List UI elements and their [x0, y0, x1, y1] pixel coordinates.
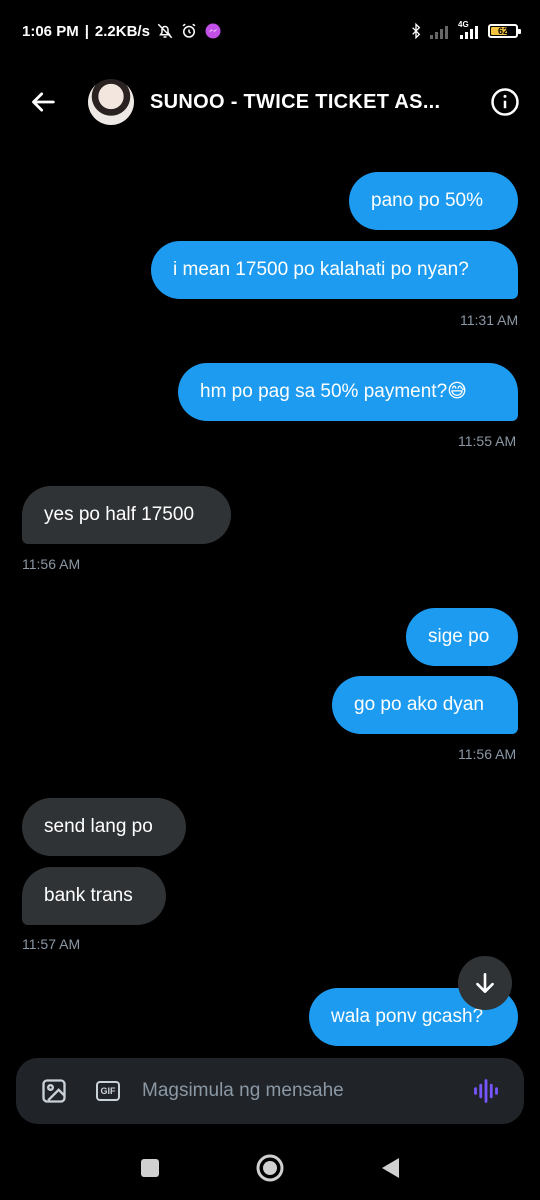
back-arrow-icon — [32, 92, 55, 112]
voice-waveform-icon — [474, 1079, 498, 1103]
conversation-header: SUNOO - TWICE TICKET AS... — [0, 62, 540, 142]
message-bubble-sent[interactable]: sige po — [406, 608, 518, 666]
square-icon — [141, 1159, 159, 1177]
image-button[interactable] — [36, 1073, 72, 1109]
gif-button[interactable]: GIF — [90, 1073, 126, 1109]
message-bubble-sent[interactable]: pano po 50% — [349, 172, 518, 230]
circle-icon — [256, 1154, 284, 1182]
mute-bell-icon — [156, 22, 174, 40]
message-bubble-received[interactable]: yes po half 17500 — [22, 486, 231, 544]
battery-level: 62 — [497, 26, 508, 36]
message-input[interactable] — [140, 1079, 468, 1103]
info-button[interactable] — [488, 85, 522, 119]
message-timestamp: 11:31 AM — [460, 312, 519, 328]
status-bar: 1:06 PM | 2.2KB/s 4G 62 — [0, 0, 540, 62]
message-bubble-received[interactable]: bank trans — [22, 867, 166, 925]
messenger-icon — [204, 22, 222, 40]
alarm-icon — [180, 22, 198, 40]
system-navigation-bar — [0, 1136, 540, 1200]
gif-icon: GIF — [96, 1081, 120, 1101]
message-bubble-sent[interactable]: go po ako dyan — [332, 676, 518, 734]
triangle-icon — [382, 1158, 399, 1178]
signal-icon — [430, 23, 452, 39]
back-nav-button[interactable] — [368, 1146, 412, 1190]
back-button[interactable] — [18, 76, 70, 128]
lte-signal-icon: 4G — [458, 20, 482, 39]
message-bubble-sent[interactable]: hm po pag sa 50% payment?😅 — [178, 363, 518, 421]
scroll-to-bottom-button[interactable] — [458, 956, 512, 1010]
image-icon — [42, 1079, 66, 1103]
status-time: 1:06 PM — [22, 22, 79, 40]
recents-button[interactable] — [128, 1146, 172, 1190]
arrow-down-icon — [476, 973, 494, 993]
home-button[interactable] — [248, 1146, 292, 1190]
message-timestamp: 11:56 AM — [22, 556, 81, 572]
status-separator: | — [84, 22, 89, 40]
message-composer: GIF — [16, 1058, 524, 1124]
info-icon — [491, 88, 519, 116]
battery-icon: 62 — [488, 24, 521, 38]
bluetooth-icon — [408, 22, 424, 40]
message-timestamp: 11:57 AM — [22, 936, 81, 952]
voice-message-button[interactable] — [468, 1073, 504, 1109]
conversation-title[interactable]: SUNOO - TWICE TICKET AS... — [150, 91, 470, 114]
status-right: 4G 62 — [408, 20, 521, 40]
message-bubble-received[interactable]: send lang po — [22, 798, 186, 856]
network-speed: 2.2KB/s — [94, 22, 150, 40]
avatar[interactable] — [88, 79, 134, 125]
message-bubble-sent[interactable]: i mean 17500 po kalahati po nyan? — [151, 241, 518, 299]
message-timestamp: 11:55 AM — [458, 433, 517, 449]
status-left: 1:06 PM | 2.2KB/s — [22, 22, 222, 40]
message-timestamp: 11:56 AM — [458, 746, 517, 762]
network-type: 4G — [458, 20, 469, 29]
